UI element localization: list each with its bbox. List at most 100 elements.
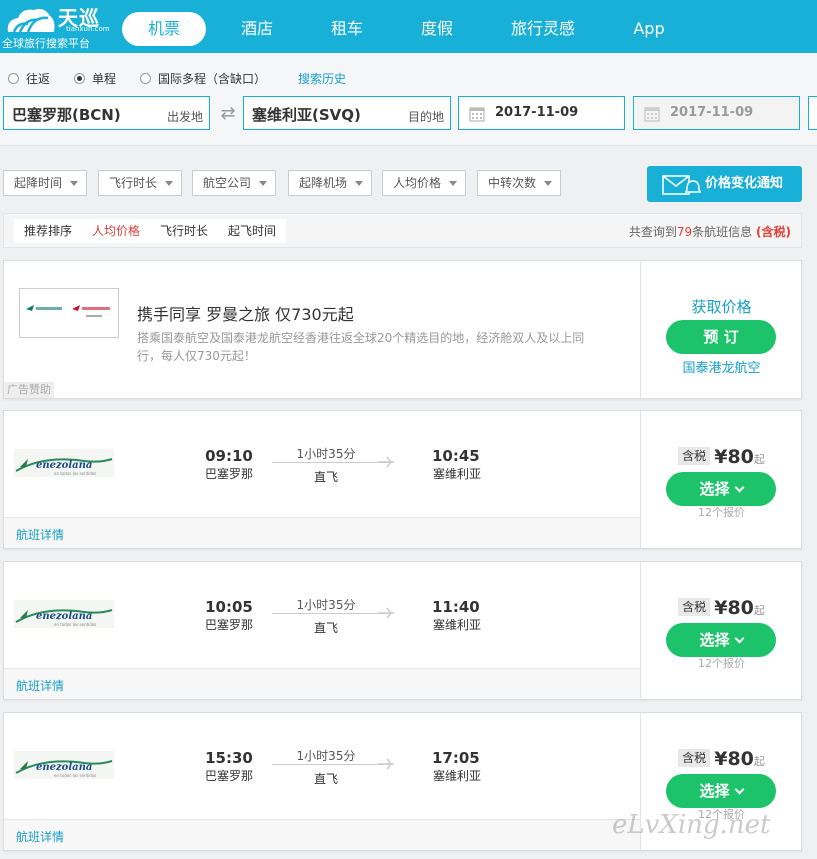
logo-domain: tianxun.com (66, 25, 110, 33)
svg-text:en todos los sentidos: en todos los sentidos (54, 622, 96, 627)
nav-car-rental[interactable]: 租车 (308, 12, 386, 46)
tax-tag: 含税 (678, 598, 711, 616)
filter-price-label: 人均价格 (393, 176, 442, 190)
nav-app[interactable]: App (598, 12, 700, 46)
count-prefix: 共查询到 (628, 225, 677, 239)
trip-multicity[interactable]: 国际多程（含缺口） (140, 70, 298, 87)
sort-recommended[interactable]: 推荐排序 (14, 219, 82, 243)
chevron-down-icon (734, 784, 744, 795)
trip-oneway-label: 单程 (92, 72, 117, 86)
select-button[interactable]: 选择 (666, 623, 776, 657)
stops-label: 直飞 (313, 470, 338, 484)
svg-text:en todos los sentidos: en todos los sentidos (54, 471, 96, 476)
flight-card: enezolana en todos los sentidos 10:05 巴塞… (3, 561, 802, 700)
caret-down-icon (165, 181, 173, 186)
nav-vacation[interactable]: 度假 (386, 12, 488, 46)
radio-roundtrip[interactable] (8, 73, 19, 84)
trip-oneway[interactable]: 单程 (74, 70, 140, 87)
filter-airline[interactable]: 航空公司 (192, 170, 276, 196)
price-panel: 含税 ¥80起 选择 12个报价 (640, 562, 801, 699)
quote-count: 12个报价 (698, 657, 745, 670)
filter-duration[interactable]: 飞行时长 (98, 170, 182, 196)
sort-price[interactable]: 人均价格 (82, 219, 150, 243)
filter-stops[interactable]: 中转次数 (477, 170, 561, 196)
destination-field[interactable]: 塞维利亚(SVQ) 目的地 (243, 96, 451, 130)
caret-down-icon (544, 181, 552, 186)
return-date-value: 2017-11-09 (670, 105, 754, 120)
svg-text:enezolana: enezolana (36, 611, 92, 622)
caret-down-icon (70, 181, 78, 186)
route-line (272, 462, 392, 463)
price-suffix: 起 (753, 604, 765, 617)
select-button[interactable]: 选择 (666, 774, 776, 808)
depart-date-value: 2017-11-09 (495, 105, 579, 120)
price-value: ¥80 (714, 748, 754, 770)
svg-text:enezolana: enezolana (36, 460, 92, 471)
count-number: 79 (676, 225, 693, 239)
envelope-bell-icon (662, 175, 701, 195)
watermark: eLvXing.net (612, 810, 771, 840)
ad-action-panel: 获取价格 预 订 国泰港龙航空 (640, 261, 801, 398)
price-row: 含税 ¥80起 (641, 597, 802, 619)
origin-value: 巴塞罗那(BCN) (12, 106, 121, 124)
flight-duration: 1小时35分 (296, 447, 356, 461)
count-tax: (含税) (756, 225, 791, 239)
filter-airport[interactable]: 起降机场 (288, 170, 372, 196)
select-label: 选择 (699, 782, 730, 800)
trip-roundtrip[interactable]: 往返 (8, 70, 74, 87)
arrival-time: 11:40 (432, 598, 480, 616)
get-price-link[interactable]: 获取价格 (641, 296, 802, 317)
nav-flights[interactable]: 机票 (122, 12, 206, 46)
search-extra-field[interactable] (808, 96, 817, 130)
departure-time: 15:30 (205, 749, 253, 767)
ad-airline-logo[interactable] (19, 288, 119, 338)
cloud-logo-icon (7, 8, 55, 33)
ad-card: 携手同享 罗曼之旅 仅730元起 搭乘国泰航空及国泰港龙航空经香港往返全球20个… (3, 260, 802, 399)
caret-down-icon (259, 181, 267, 186)
price-row: 含税 ¥80起 (641, 748, 802, 770)
select-button[interactable]: 选择 (666, 472, 776, 506)
ad-airline-link[interactable]: 国泰港龙航空 (641, 357, 802, 376)
plane-icon (378, 758, 394, 770)
sort-tabs: 推荐排序 人均价格 飞行时长 起飞时间 (14, 219, 287, 243)
sort-duration[interactable]: 飞行时长 (150, 219, 218, 243)
price-value: ¥80 (714, 446, 754, 468)
depart-date-field[interactable]: 2017-11-09 (458, 96, 625, 130)
chevron-down-icon (734, 482, 744, 493)
site-logo[interactable]: 天巡 tianxun.com 全球旅行搜索平台 (0, 0, 115, 53)
filter-time[interactable]: 起降时间 (3, 170, 87, 196)
radio-multicity[interactable] (140, 73, 151, 84)
swap-icon[interactable]: ⇄ (216, 105, 240, 123)
ad-badge: 广告赞助 (4, 382, 54, 398)
departure-city: 巴塞罗那 (204, 618, 253, 632)
caret-down-icon (449, 181, 457, 186)
detail-bar: 航班详情 (4, 819, 641, 850)
radio-oneway[interactable] (74, 73, 85, 84)
flight-duration: 1小时35分 (296, 598, 356, 612)
book-button[interactable]: 预 订 (666, 320, 776, 354)
vueling-logo-icon: enezolana en todos los sentidos (14, 449, 114, 477)
price-row: 含税 ¥80起 (641, 446, 802, 468)
sort-departure[interactable]: 起飞时间 (218, 219, 286, 243)
caret-down-icon (355, 181, 363, 186)
search-panel: 往返 单程 国际多程（含缺口） 搜索历史 巴塞罗那(BCN) 出发地 ⇄ 塞维利… (0, 53, 817, 146)
origin-field[interactable]: 巴塞罗那(BCN) 出发地 (3, 96, 210, 130)
flight-details-link[interactable]: 航班详情 (16, 526, 64, 543)
nav-hotels[interactable]: 酒店 (206, 12, 308, 46)
trip-roundtrip-label: 往返 (26, 72, 51, 86)
search-history-link[interactable]: 搜索历史 (298, 70, 346, 87)
filter-time-label: 起降时间 (14, 176, 63, 190)
flight-details-link[interactable]: 航班详情 (16, 828, 64, 845)
price-alert-button[interactable]: 价格变化通知 (647, 166, 802, 202)
route-line (272, 764, 392, 765)
filter-price[interactable]: 人均价格 (382, 170, 466, 196)
departure-time: 09:10 (205, 447, 253, 465)
return-date-field[interactable]: 2017-11-09 (633, 96, 800, 130)
ad-title[interactable]: 携手同享 罗曼之旅 仅730元起 (137, 301, 354, 325)
flight-details-link[interactable]: 航班详情 (16, 677, 64, 694)
arrival-time: 17:05 (432, 749, 480, 767)
sort-bar: 推荐排序 人均价格 飞行时长 起飞时间 共查询到79条航班信息 (含税) (3, 213, 802, 248)
select-label: 选择 (699, 480, 730, 498)
price-value: ¥80 (714, 597, 754, 619)
nav-inspiration[interactable]: 旅行灵感 (488, 12, 598, 46)
